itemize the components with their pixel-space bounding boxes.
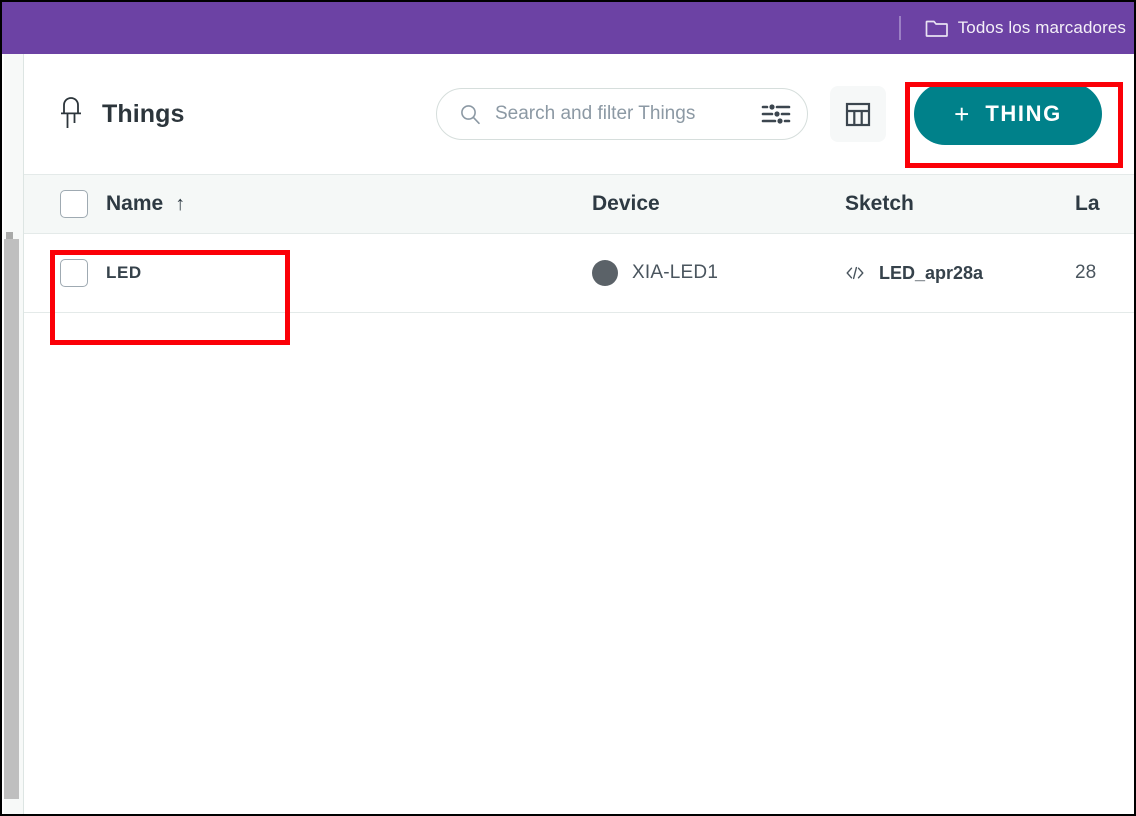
row-cell-sketch[interactable]: LED_apr28a — [845, 263, 1075, 284]
bookmark-all-bookmarks[interactable]: Todos los marcadores — [919, 14, 1132, 42]
things-table: Name ↑ Device Sketch La LED XIA-LED1 LED… — [24, 174, 1134, 313]
search-icon — [459, 103, 481, 125]
row-checkbox[interactable] — [60, 259, 88, 287]
folder-icon — [925, 18, 949, 38]
filter-sliders-icon[interactable] — [761, 101, 791, 127]
row-cell-device[interactable]: XIA-LED1 — [592, 260, 845, 286]
plus-icon: + — [954, 99, 970, 129]
add-thing-label: THING — [985, 101, 1062, 126]
row-cell-name[interactable]: LED — [106, 263, 592, 283]
column-header-sketch-label: Sketch — [845, 192, 914, 215]
column-header-device[interactable]: Device — [592, 192, 845, 216]
bookmarks-separator — [898, 16, 901, 40]
table-row[interactable]: LED XIA-LED1 LED_apr28a 28 — [24, 234, 1134, 313]
column-header-name-label: Name — [106, 192, 164, 215]
page-toolbar: Things Search and filter Things + THING — [24, 54, 1134, 174]
column-header-name[interactable]: Name ↑ — [106, 192, 592, 216]
select-all-checkbox[interactable] — [60, 190, 88, 218]
search-and-filter-box[interactable] — [436, 88, 808, 140]
column-header-sketch[interactable]: Sketch — [845, 192, 1075, 216]
search-input[interactable] — [493, 102, 753, 126]
device-name: XIA-LED1 — [632, 262, 719, 283]
thing-name: LED — [106, 263, 142, 282]
page-title: Things — [102, 99, 185, 128]
table-columns-button[interactable] — [830, 86, 886, 142]
add-thing-button[interactable]: + THING — [914, 83, 1102, 145]
last-modified-value: 28 — [1075, 262, 1097, 283]
things-page: Things Search and filter Things + THING … — [24, 54, 1134, 814]
app-window: Todos los marcadores Things Search and f… — [0, 0, 1136, 816]
table-columns-icon — [843, 99, 873, 129]
select-all-cell — [24, 190, 106, 218]
sketch-name: LED_apr28a — [879, 262, 984, 283]
led-diode-icon — [56, 96, 86, 132]
sort-ascending-icon: ↑ — [175, 192, 186, 215]
bookmark-label: Todos los marcadores — [957, 18, 1126, 37]
code-brackets-icon — [845, 265, 865, 281]
device-status-dot — [592, 260, 618, 286]
browser-bookmarks-bar: Todos los marcadores — [2, 2, 1134, 54]
table-header-row: Name ↑ Device Sketch La — [24, 174, 1134, 234]
column-header-last-modified-label: La — [1075, 192, 1100, 215]
row-select-cell — [24, 259, 106, 287]
row-cell-last-modified[interactable]: 28 — [1075, 262, 1134, 284]
scrollbar-thumb[interactable] — [4, 239, 19, 799]
left-scrollbar-rail[interactable] — [4, 54, 24, 814]
scrollbar-marker — [6, 232, 13, 239]
column-header-last-modified[interactable]: La — [1075, 192, 1134, 216]
page-header: Things — [56, 96, 185, 132]
column-header-device-label: Device — [592, 192, 660, 215]
